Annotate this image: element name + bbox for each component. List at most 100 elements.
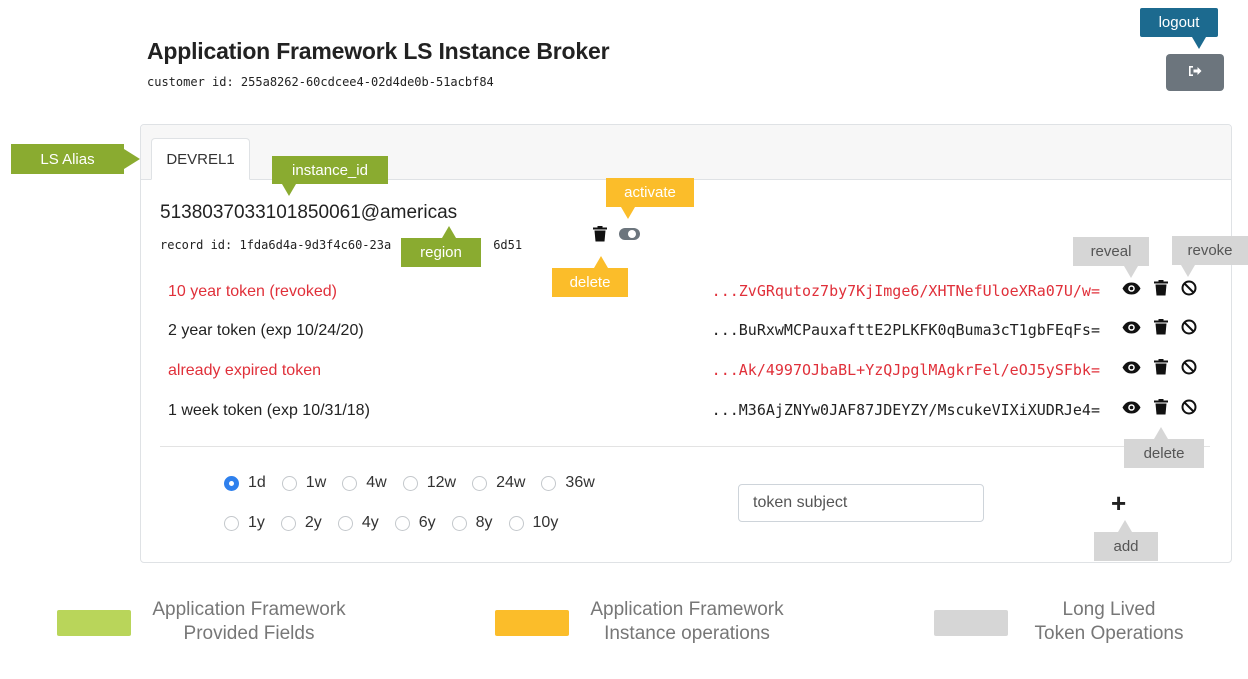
callout-arrow (124, 149, 140, 169)
token-row: already expired token ...Ak/4997OJbaBL+Y… (160, 356, 1210, 386)
tab-devrel1[interactable]: DEVREL1 (151, 138, 250, 180)
customer-id: customer id: 255a8262-60cdcee4-02d4de0b-… (147, 75, 494, 89)
token-row: 10 year token (revoked) ...ZvGRqutoz7by7… (160, 277, 1210, 307)
radio-button[interactable] (508, 515, 524, 531)
legend-line: Long Lived (1062, 599, 1156, 620)
radio-label: 6y (418, 514, 436, 531)
reveal-button[interactable] (1122, 282, 1141, 295)
duration-option-1d[interactable]: 1d (224, 474, 266, 492)
callout-arrow (442, 226, 456, 238)
token-value: ...Ak/4997OJbaBL+YzQJpglMAgkrFel/eOJ5ySF… (711, 361, 1100, 379)
legend-swatch-provided-fields (57, 610, 131, 636)
legend-swatch-token-operations (934, 610, 1008, 636)
duration-option-36w[interactable]: 36w (541, 474, 595, 492)
duration-option-4w[interactable]: 4w (342, 474, 387, 492)
callout-logout: logout (1140, 8, 1218, 37)
trash-icon (1154, 399, 1168, 415)
callout-activate: activate (606, 178, 694, 207)
radio-button[interactable] (472, 475, 488, 491)
sign-out-icon (1188, 64, 1202, 82)
radio-label: 4w (366, 474, 387, 491)
revoke-button[interactable] (1181, 399, 1197, 415)
radio-label: 2y (304, 514, 322, 531)
callout-region: region (401, 238, 481, 267)
ban-icon (1181, 359, 1197, 375)
duration-option-6y[interactable]: 6y (394, 514, 436, 532)
duration-row-1: 1d 1w 4w 12w 24w 36w (224, 474, 611, 492)
token-value: ...BuRxwMCPauxafttE2PLKFK0qBuma3cT1gbFEq… (711, 321, 1100, 339)
duration-option-1y[interactable]: 1y (224, 514, 265, 532)
radio-label: 10y (532, 514, 559, 531)
radio-label: 24w (496, 474, 526, 491)
duration-option-12w[interactable]: 12w (402, 474, 457, 492)
radio-label: 1w (305, 474, 327, 491)
add-token-button[interactable]: + (1111, 490, 1126, 516)
reveal-button[interactable] (1122, 321, 1141, 334)
duration-option-10y[interactable]: 10y (508, 514, 559, 532)
radio-button[interactable] (342, 475, 358, 491)
radio-button[interactable] (224, 475, 239, 491)
token-label: already expired token (168, 362, 321, 379)
duration-option-2y[interactable]: 2y (280, 514, 322, 532)
revoke-button[interactable] (1181, 319, 1197, 335)
token-label: 2 year token (exp 10/24/20) (168, 322, 364, 339)
token-label: 1 week token (exp 10/31/18) (168, 402, 370, 419)
token-subject-input[interactable] (738, 484, 984, 522)
legend-line: Provided Fields (183, 623, 315, 644)
trash-icon (1154, 280, 1168, 296)
delete-token-button[interactable] (1154, 399, 1168, 415)
logout-button[interactable] (1166, 54, 1224, 91)
reveal-button[interactable] (1122, 361, 1141, 374)
eye-icon (1122, 361, 1141, 373)
callout-arrow (621, 207, 635, 219)
callout-revoke: revoke (1172, 236, 1248, 265)
duration-option-8y[interactable]: 8y (451, 514, 493, 532)
callout-arrow (1192, 37, 1206, 49)
callout-arrow (1118, 520, 1132, 532)
callout-delete-instance: delete (552, 268, 628, 297)
duration-row-2: 1y 2y 4y 6y 8y 10y (224, 514, 574, 532)
trash-icon (1154, 359, 1168, 375)
radio-button[interactable] (337, 515, 353, 531)
eye-icon (1122, 321, 1141, 333)
radio-button[interactable] (541, 475, 557, 491)
record-id-head: record id: 1fda6d4a-9d3f4c60-23a (160, 238, 392, 252)
eye-icon (1122, 282, 1141, 294)
page-title: Application Framework LS Instance Broker (147, 38, 610, 64)
radio-button[interactable] (280, 515, 296, 531)
revoke-button[interactable] (1181, 280, 1197, 296)
radio-button[interactable] (224, 515, 239, 531)
ban-icon (1181, 319, 1197, 335)
callout-delete-token: delete (1124, 439, 1204, 468)
radio-button[interactable] (402, 475, 418, 491)
reveal-button[interactable] (1122, 401, 1141, 414)
legend-line: Instance operations (604, 623, 770, 644)
duration-option-4y[interactable]: 4y (337, 514, 379, 532)
delete-token-button[interactable] (1154, 319, 1168, 335)
duration-option-24w[interactable]: 24w (472, 474, 525, 492)
radio-button[interactable] (394, 515, 410, 531)
activate-toggle[interactable] (619, 228, 640, 240)
delete-token-button[interactable] (1154, 359, 1168, 375)
callout-arrow (1181, 265, 1195, 277)
delete-instance-button[interactable] (593, 226, 607, 247)
ban-icon (1181, 399, 1197, 415)
callout-instance-id: instance_id (272, 156, 388, 184)
legend-instance-operations: Application Framework Instance operation… (578, 598, 796, 646)
radio-button[interactable] (451, 515, 467, 531)
callout-arrow (1154, 427, 1168, 439)
delete-token-button[interactable] (1154, 280, 1168, 296)
ban-icon (1181, 280, 1197, 296)
divider (160, 446, 1210, 447)
token-label: 10 year token (revoked) (168, 283, 337, 300)
legend-swatch-instance-operations (495, 610, 569, 636)
token-row: 2 year token (exp 10/24/20) ...BuRxwMCPa… (160, 316, 1210, 346)
callout-reveal: reveal (1073, 237, 1149, 266)
revoke-button[interactable] (1181, 359, 1197, 375)
legend-token-operations: Long Lived Token Operations (1015, 598, 1203, 646)
radio-label: 12w (426, 474, 457, 491)
radio-label: 4y (361, 514, 379, 531)
duration-option-1w[interactable]: 1w (281, 474, 327, 492)
callout-add: add (1094, 532, 1158, 561)
radio-button[interactable] (281, 475, 297, 491)
